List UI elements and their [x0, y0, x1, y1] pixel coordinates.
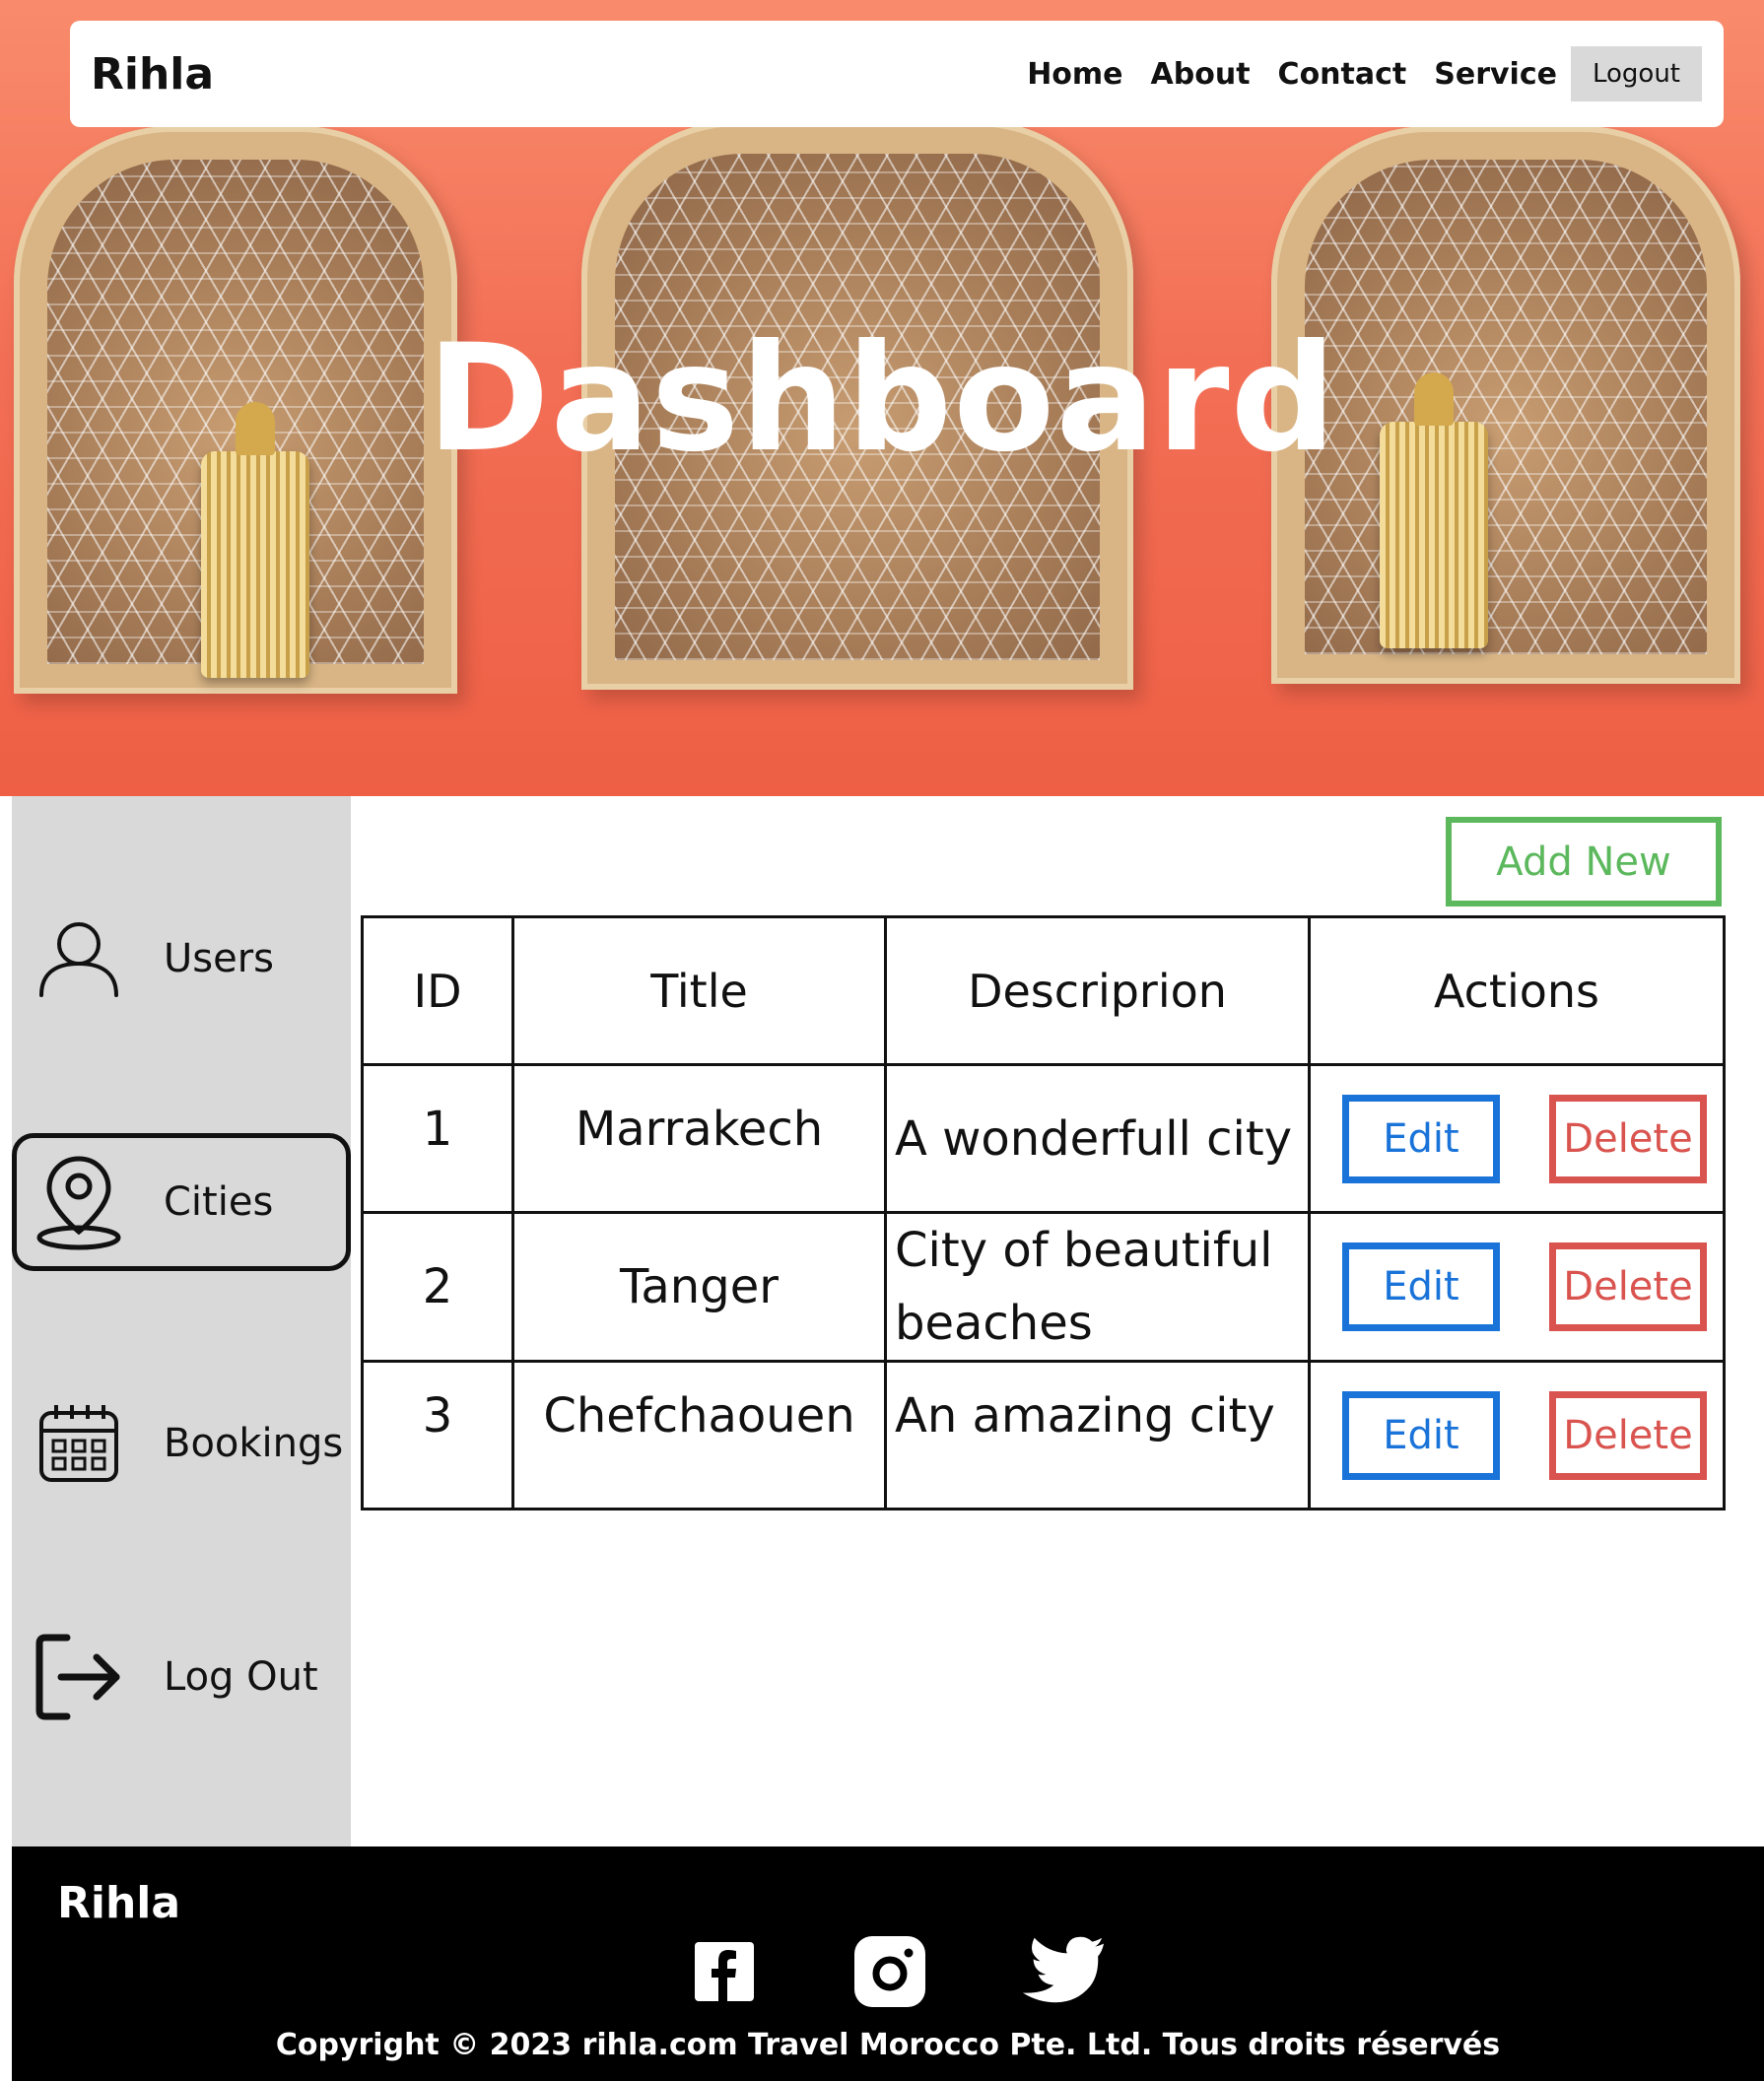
footer: Rihla Copyright © 2023 rihla.com Travel … — [12, 1846, 1764, 2081]
cell-id: 2 — [361, 1211, 514, 1363]
add-new-button[interactable]: Add New — [1446, 817, 1722, 906]
column-header-title: Title — [511, 915, 887, 1066]
sidebar-item-label: Cities — [164, 1179, 274, 1225]
nav-link-about[interactable]: About — [1151, 57, 1251, 92]
facebook-icon[interactable] — [680, 1927, 769, 2016]
sidebar-item-label: Log Out — [164, 1654, 318, 1700]
table-row: 3 Chefchaouen An amazing city Edit Delet… — [361, 1360, 1726, 1510]
cell-title: Chefchaouen — [511, 1360, 887, 1510]
column-header-actions: Actions — [1308, 915, 1726, 1066]
cell-title: Marrakech — [511, 1063, 887, 1214]
cities-table: ID Title Descriprion Actions 1 Marrakech… — [361, 915, 1726, 1510]
cell-description: City of beautiful beaches — [884, 1211, 1311, 1363]
top-navbar: Rihla Home About Contact Service Logout — [70, 21, 1724, 127]
table-header-row: ID Title Descriprion Actions — [361, 915, 1726, 1066]
table-row: 1 Marrakech A wonderfull city Edit Delet… — [361, 1063, 1726, 1214]
page-title: Dashboard — [427, 313, 1337, 485]
nav-link-service[interactable]: Service — [1434, 57, 1557, 92]
calendar-icon — [30, 1394, 128, 1493]
column-header-description: Descriprion — [884, 915, 1311, 1066]
cell-actions: Edit Delete — [1308, 1360, 1726, 1510]
sidebar-item-bookings[interactable]: Bookings — [12, 1375, 351, 1512]
edit-button[interactable]: Edit — [1342, 1242, 1500, 1331]
cell-actions: Edit Delete — [1308, 1063, 1726, 1214]
cell-id: 3 — [361, 1360, 514, 1510]
cell-actions: Edit Delete — [1308, 1211, 1726, 1363]
twitter-icon[interactable] — [1017, 1927, 1106, 2016]
sidebar-item-label: Bookings — [164, 1421, 344, 1466]
sidebar-item-users[interactable]: Users — [12, 890, 351, 1028]
instagram-icon[interactable] — [846, 1927, 934, 2016]
nav-link-home[interactable]: Home — [1027, 57, 1122, 92]
delete-button[interactable]: Delete — [1549, 1390, 1707, 1480]
user-icon — [30, 909, 128, 1008]
map-pin-icon — [30, 1153, 128, 1251]
cell-description: An amazing city — [884, 1360, 1311, 1510]
sidebar-item-label: Users — [164, 936, 275, 981]
delete-button[interactable]: Delete — [1549, 1094, 1707, 1183]
delete-button[interactable]: Delete — [1549, 1242, 1707, 1331]
cell-title: Tanger — [511, 1211, 887, 1363]
logout-button[interactable]: Logout — [1570, 46, 1702, 101]
sidebar-item-logout[interactable]: Log Out — [12, 1608, 351, 1746]
table-row: 2 Tanger City of beautiful beaches Edit … — [361, 1211, 1726, 1363]
nav-links: Home About Contact Service Logout — [999, 46, 1702, 101]
edit-button[interactable]: Edit — [1342, 1094, 1500, 1183]
sidebar-item-cities[interactable]: Cities — [12, 1133, 351, 1271]
cell-description: A wonderfull city — [884, 1063, 1311, 1214]
logout-icon — [30, 1628, 128, 1726]
copyright-text: Copyright © 2023 rihla.com Travel Morocc… — [275, 2028, 1501, 2062]
edit-button[interactable]: Edit — [1342, 1390, 1500, 1480]
nav-link-contact[interactable]: Contact — [1278, 57, 1407, 92]
brand-logo[interactable]: Rihla — [91, 49, 214, 100]
cell-id: 1 — [361, 1063, 514, 1214]
column-header-id: ID — [361, 915, 514, 1066]
footer-brand: Rihla — [57, 1878, 181, 1928]
